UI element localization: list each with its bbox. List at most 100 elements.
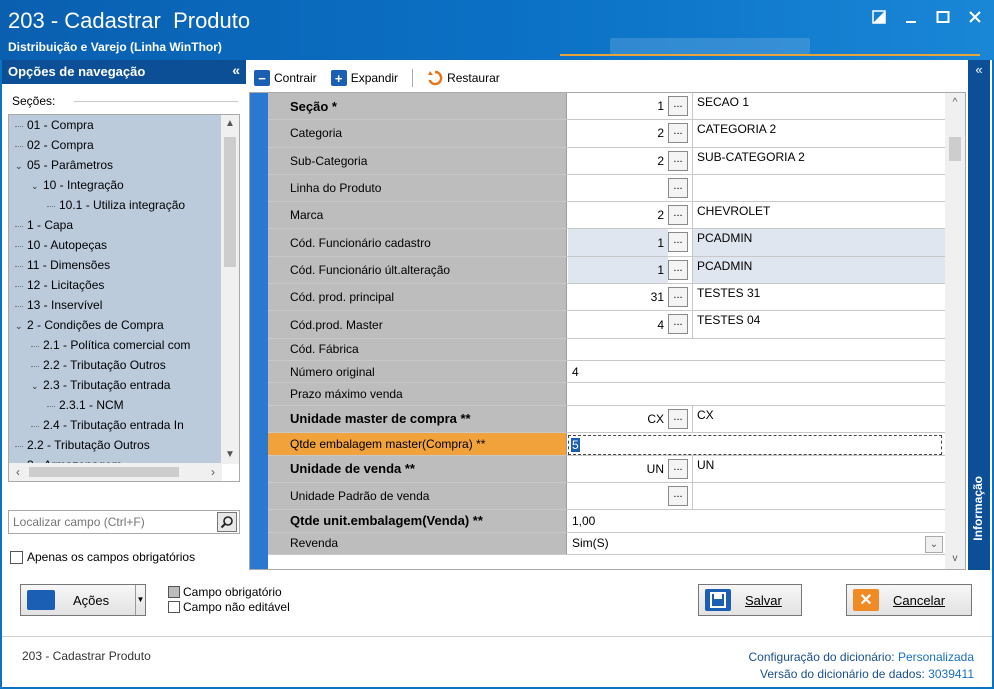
tree-item[interactable]: 2.1 - Política comercial com [9, 335, 222, 355]
property-text[interactable]: 1,00 [568, 510, 945, 531]
property-value[interactable]: 2... CHEVROLET [568, 202, 945, 229]
scroll-right-icon[interactable]: › [204, 463, 222, 481]
chevron-down-icon[interactable]: ⌄ [925, 535, 943, 553]
tree-item[interactable]: 2.3.1 - NCM [9, 395, 222, 415]
scroll-up-icon[interactable]: ▲ [221, 115, 239, 133]
lookup-button[interactable]: ... [668, 177, 688, 198]
info-panel-label[interactable]: Informação [971, 476, 985, 541]
tree-item[interactable]: ⌄ 2 - Condições de Compra [9, 315, 222, 335]
search-icon[interactable] [217, 512, 237, 532]
grid-scroll-up-icon[interactable]: ^ [945, 93, 965, 113]
property-value[interactable] [568, 338, 945, 361]
cancel-button[interactable]: ✕ Cancelar [846, 584, 972, 616]
lookup-button[interactable]: ... [668, 232, 688, 253]
property-code[interactable]: CX [568, 406, 668, 432]
save-button[interactable]: Salvar [698, 584, 802, 616]
actions-button[interactable]: Ações ▼ [20, 584, 146, 616]
property-text[interactable] [568, 339, 945, 360]
property-value[interactable]: UN... UN [568, 455, 945, 482]
tree-vertical-scrollbar[interactable]: ▲ ▼ [221, 115, 239, 464]
tree-item[interactable]: 10 - Autopeças [9, 235, 222, 255]
lookup-button[interactable]: ... [668, 485, 688, 506]
tree-item[interactable]: 01 - Compra [9, 115, 222, 135]
tree-item[interactable]: 2.2 - Tributação Outros [9, 355, 222, 375]
property-code[interactable]: 1 [568, 93, 668, 119]
collapse-nav-icon[interactable]: « [232, 62, 240, 78]
tree-item[interactable]: 02 - Compra [9, 135, 222, 155]
expand-button[interactable]: + Expandir [330, 70, 398, 86]
grid-vertical-scrollbar[interactable]: ^ v [945, 93, 965, 569]
property-value[interactable]: ... [568, 482, 945, 510]
tree-hscroll-thumb[interactable] [29, 467, 179, 477]
property-value[interactable]: 4... TESTES 04 [568, 311, 945, 338]
lookup-button[interactable]: ... [668, 458, 688, 479]
property-code[interactable]: 4 [568, 311, 668, 337]
property-value[interactable]: 1... PCADMIN [568, 256, 945, 284]
chevron-down-icon[interactable]: ⌄ [15, 156, 27, 176]
tree-item[interactable]: 1 - Capa [9, 215, 222, 235]
tree-item[interactable]: 2.2 - Tributação Outros [9, 435, 222, 455]
property-code[interactable]: 2 [568, 148, 668, 174]
lookup-button[interactable]: ... [668, 408, 688, 429]
property-text[interactable]: 4 [568, 361, 945, 382]
property-value[interactable]: 1... PCADMIN [568, 229, 945, 256]
tree-item[interactable]: 2.4 - Tributação entrada In [9, 415, 222, 435]
tree-horizontal-scrollbar[interactable]: ‹ › [9, 463, 222, 481]
property-code[interactable]: 1 [568, 229, 668, 256]
chevron-down-icon[interactable]: ⌄ [15, 316, 27, 336]
lookup-button[interactable]: ... [668, 150, 688, 171]
property-value[interactable] [568, 383, 945, 405]
maximize-icon[interactable] [934, 8, 952, 26]
property-code[interactable]: 1 [568, 256, 668, 284]
property-value[interactable]: 5 [568, 433, 945, 456]
field-search-input[interactable] [9, 511, 209, 533]
property-code[interactable]: 2 [568, 202, 668, 228]
restore-button[interactable]: Restaurar [427, 70, 500, 86]
property-code[interactable]: 31 [568, 284, 668, 310]
close-icon[interactable] [966, 8, 984, 26]
property-value[interactable]: 4 [568, 361, 945, 383]
only-required-checkbox[interactable] [10, 550, 23, 564]
minimize-icon[interactable] [902, 8, 920, 26]
restore-window-icon[interactable] [870, 8, 888, 26]
property-value[interactable]: 2... SUB-CATEGORIA 2 [568, 147, 945, 174]
info-panel[interactable]: « Informação [968, 60, 990, 570]
tree-item[interactable]: 12 - Licitações [9, 275, 222, 295]
scroll-down-icon[interactable]: ▼ [221, 446, 239, 464]
collapse-button[interactable]: − Contrair [254, 70, 317, 86]
selected-text[interactable]: 5 [571, 438, 580, 453]
lookup-button[interactable]: ... [668, 205, 688, 226]
tree-item[interactable]: 10.1 - Utiliza integração [9, 195, 222, 215]
lookup-button[interactable]: ... [668, 314, 688, 335]
chevron-down-icon[interactable]: ⌄ [31, 176, 43, 196]
property-value[interactable]: 1... SECAO 1 [568, 93, 945, 120]
lookup-button[interactable]: ... [668, 287, 688, 308]
tree-item[interactable]: 13 - Inservível [9, 295, 222, 315]
property-value[interactable]: 1,00 [568, 510, 945, 532]
chevron-down-icon[interactable]: ⌄ [31, 376, 43, 396]
info-collapse-icon[interactable]: « [968, 62, 990, 77]
tree-item[interactable]: ⌄ 05 - Parâmetros [9, 155, 222, 175]
property-code[interactable] [568, 483, 668, 509]
tree-item[interactable]: ⌄ 2.3 - Tributação entrada [9, 375, 222, 395]
property-value[interactable]: ... [568, 174, 945, 202]
tree-scroll-thumb[interactable] [224, 137, 236, 267]
property-value[interactable]: 2... CATEGORIA 2 [568, 120, 945, 147]
tree-item[interactable]: 11 - Dimensões [9, 255, 222, 275]
grid-scroll-thumb[interactable] [949, 137, 961, 161]
active-edit-field[interactable]: 5 [568, 435, 942, 456]
scroll-left-icon[interactable]: ‹ [9, 463, 27, 481]
property-code[interactable]: UN [568, 456, 668, 482]
actions-dropdown-icon[interactable]: ▼ [135, 585, 145, 615]
lookup-button[interactable]: ... [668, 96, 688, 116]
property-value[interactable]: Sim(S) ⌄ [568, 532, 945, 554]
lookup-button[interactable]: ... [668, 123, 688, 144]
property-code[interactable] [568, 175, 668, 201]
only-required-checkbox-row[interactable]: Apenas os campos obrigatórios [10, 550, 195, 564]
property-text[interactable] [568, 383, 945, 404]
property-value[interactable]: 31... TESTES 31 [568, 284, 945, 311]
lookup-button[interactable]: ... [668, 259, 688, 280]
grid-scroll-down-icon[interactable]: v [945, 549, 965, 569]
property-select[interactable]: Sim(S) ⌄ [568, 533, 945, 554]
property-value[interactable]: CX... CX [568, 405, 945, 433]
